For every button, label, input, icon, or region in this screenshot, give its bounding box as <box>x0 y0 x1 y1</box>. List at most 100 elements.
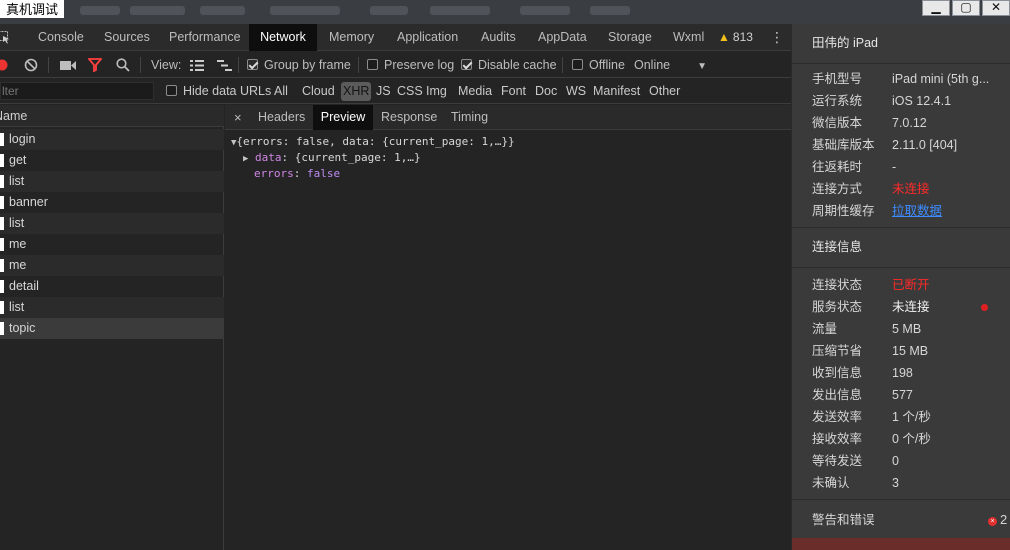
conn-row-compression: 压缩节省 15 MB <box>812 344 929 358</box>
record-icon[interactable] <box>0 59 8 71</box>
filter-type-all[interactable]: All <box>274 79 288 104</box>
preview-data-node[interactable]: ▶ data: {current_page: 1,…} <box>243 150 421 167</box>
filter-type-manifest[interactable]: Manifest <box>593 79 640 104</box>
tab-sources[interactable]: Sources <box>104 24 150 51</box>
request-row-selected[interactable]: topic <box>0 318 224 339</box>
error-count-badge: × 2 <box>988 509 1007 531</box>
filter-type-img[interactable]: Img <box>426 79 447 104</box>
request-row[interactable]: list <box>0 297 224 318</box>
filter-input[interactable] <box>0 82 154 100</box>
tab-headers[interactable]: Headers <box>258 105 305 130</box>
inspect-icon[interactable] <box>0 31 10 44</box>
tab-console[interactable]: Console <box>38 24 84 51</box>
request-row[interactable]: list <box>0 171 224 192</box>
large-rows-icon[interactable] <box>190 60 204 71</box>
toolbar-divider <box>48 57 49 73</box>
clear-icon[interactable] <box>24 58 38 72</box>
info-row-model: 手机型号 iPad mini (5th g... <box>812 72 990 86</box>
file-icon <box>0 133 4 146</box>
filter-type-cloud[interactable]: Cloud <box>302 79 335 104</box>
request-row[interactable]: login <box>0 129 224 150</box>
divider <box>792 63 1010 64</box>
tab-application[interactable]: Application <box>397 24 458 51</box>
window-titlebar: 真机调试 ▁ ▢ ✕ <box>0 0 1010 24</box>
status-dot-icon <box>981 304 988 311</box>
tab-network[interactable]: Network <box>249 24 317 51</box>
file-icon <box>0 322 4 335</box>
info-row-connection-type: 连接方式 未连接 <box>812 178 1010 200</box>
filter-icon[interactable] <box>88 58 102 72</box>
search-icon[interactable] <box>116 58 130 72</box>
filter-type-font[interactable]: Font <box>501 79 526 104</box>
conn-row-pending: 等待发送 0 <box>812 454 899 468</box>
preview-root-node[interactable]: ▼{errors: false, data: {current_page: 1,… <box>231 134 515 151</box>
filter-type-js[interactable]: JS <box>376 79 391 104</box>
request-row[interactable]: me <box>0 234 224 255</box>
conn-row-unacked: 未确认 3 <box>812 476 899 490</box>
file-icon <box>0 154 4 167</box>
request-row[interactable]: banner <box>0 192 224 213</box>
close-detail-icon[interactable]: × <box>234 105 242 130</box>
offline-checkbox[interactable]: Offline <box>572 52 625 78</box>
filter-type-other[interactable]: Other <box>649 79 680 104</box>
waterfall-icon[interactable] <box>217 60 233 71</box>
group-by-frame-checkbox[interactable]: Group by frame <box>247 52 351 78</box>
maximize-button[interactable]: ▢ <box>952 0 980 16</box>
fetch-data-link[interactable]: 拉取数据 <box>892 200 942 222</box>
error-strip <box>792 538 1010 550</box>
request-row[interactable]: detail <box>0 276 224 297</box>
conn-row-send-rate: 发送效率 1 个/秒 <box>812 410 931 424</box>
collapsed-arrow-icon: ▶ <box>243 154 249 164</box>
throttling-select[interactable]: Online ▼ <box>634 52 707 78</box>
filter-type-doc[interactable]: Doc <box>535 79 557 104</box>
conn-row-received: 收到信息 198 <box>812 366 913 380</box>
name-column-header[interactable]: Name <box>0 105 224 127</box>
warnings-counter[interactable]: ▲ 813 <box>718 24 753 51</box>
info-row-wechat-version: 微信版本 7.0.12 <box>812 116 927 130</box>
request-row[interactable]: me <box>0 255 224 276</box>
toolbar-divider <box>358 57 359 73</box>
request-list: Name login get list banner list me me de… <box>0 105 224 550</box>
minimize-button[interactable]: ▁ <box>922 0 950 16</box>
toolbar-divider <box>238 57 239 73</box>
tab-preview[interactable]: Preview <box>313 105 373 130</box>
warnings-errors-row[interactable]: 警告和错误 × 2 <box>812 509 1010 531</box>
detail-tabbar: × Headers Preview Response Timing <box>225 105 791 130</box>
video-capture-icon[interactable] <box>60 60 76 71</box>
filter-type-ws[interactable]: WS <box>566 79 586 104</box>
filter-type-xhr[interactable]: XHR <box>341 82 372 101</box>
filter-type-css[interactable]: CSS <box>397 79 423 104</box>
filter-type-media[interactable]: Media <box>458 79 492 104</box>
device-title: 田伟的 iPad <box>812 36 878 50</box>
checkbox-icon <box>247 59 258 70</box>
tab-wxml[interactable]: Wxml <box>673 24 704 51</box>
tab-storage[interactable]: Storage <box>608 24 652 51</box>
tab-audits[interactable]: Audits <box>481 24 516 51</box>
file-icon <box>0 196 4 209</box>
tab-timing[interactable]: Timing <box>451 105 488 130</box>
preview-errors-node: errors: false <box>254 167 341 180</box>
disable-cache-checkbox[interactable]: Disable cache <box>461 52 557 78</box>
view-label: View: <box>151 58 182 72</box>
window-title: 真机调试 <box>0 0 65 18</box>
hide-data-urls-checkbox[interactable]: Hide data URLs <box>166 79 271 104</box>
checkbox-icon <box>367 59 378 70</box>
tab-response[interactable]: Response <box>381 105 437 130</box>
file-icon <box>0 217 4 230</box>
tab-performance[interactable]: Performance <box>169 24 241 51</box>
more-menu-icon[interactable]: ⋮ <box>770 24 784 51</box>
request-row[interactable]: list <box>0 213 224 234</box>
preserve-log-checkbox[interactable]: Preserve log <box>367 52 454 78</box>
tab-appdata[interactable]: AppData <box>538 24 587 51</box>
filter-bar: Hide data URLs All Cloud XHR JS CSS Img … <box>0 79 791 104</box>
toolbar-divider <box>562 57 563 73</box>
file-icon <box>0 280 4 293</box>
request-row[interactable]: get <box>0 150 224 171</box>
checkbox-icon <box>572 59 583 70</box>
info-row-periodic-cache: 周期性缓存 拉取数据 <box>812 200 1010 222</box>
file-icon <box>0 175 4 188</box>
conn-row-recv-rate: 接收效率 0 个/秒 <box>812 432 931 446</box>
tab-memory[interactable]: Memory <box>329 24 374 51</box>
close-button[interactable]: ✕ <box>982 0 1010 16</box>
info-row-lib-version: 基础库版本 2.11.0 [404] <box>812 138 958 152</box>
